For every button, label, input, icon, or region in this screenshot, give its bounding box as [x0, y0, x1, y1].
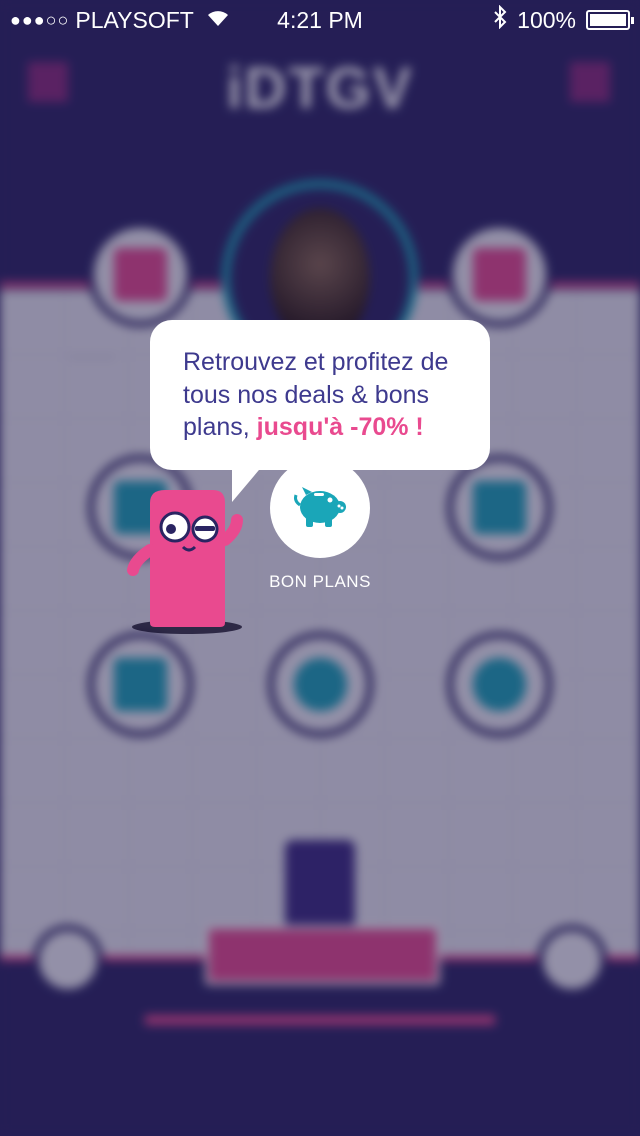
bon-plans-label: BON PLANS [269, 572, 371, 591]
mascot-character [125, 485, 250, 635]
tooltip-bubble: Retrouvez et profitez de tous nos deals … [150, 320, 490, 470]
tooltip-highlight: jusqu'à -70% ! [256, 413, 424, 441]
battery-icon [586, 10, 634, 30]
bon-plans-button[interactable] [270, 458, 370, 558]
piggy-bank-icon [292, 483, 348, 534]
status-bar: ●●●○○ PLAYSOFT 4:21 PM 100% [0, 0, 640, 40]
battery-percentage: 100% [517, 6, 576, 33]
bluetooth-icon [493, 4, 507, 35]
wifi-icon [206, 7, 230, 34]
signal-strength: ●●●○○ [10, 9, 70, 30]
tutorial-overlay[interactable] [0, 0, 640, 1136]
carrier-name: PLAYSOFT [75, 6, 194, 33]
